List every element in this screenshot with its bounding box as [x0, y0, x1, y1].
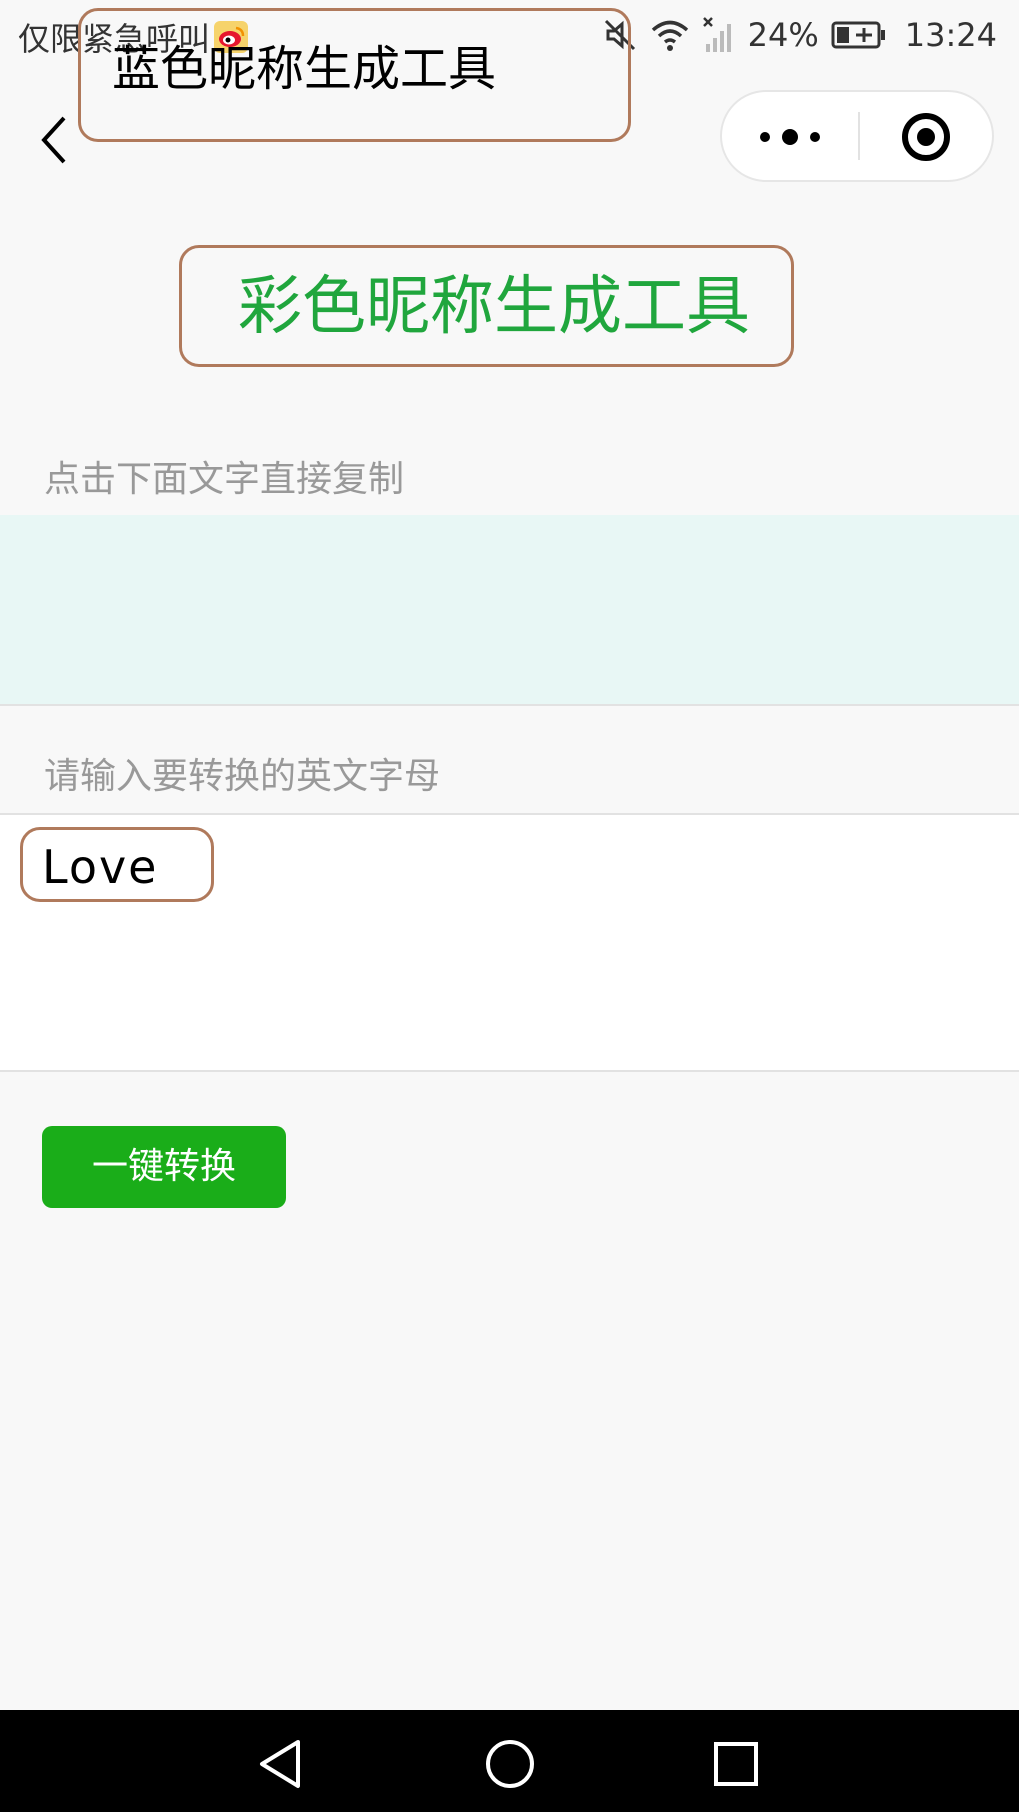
signal-icon	[702, 17, 731, 52]
target-circle-icon[interactable]	[860, 92, 994, 180]
recents-square-icon[interactable]	[706, 1734, 766, 1794]
more-dots-icon[interactable]	[722, 92, 858, 180]
status-right: 24% 13:24	[602, 12, 997, 58]
home-circle-icon[interactable]	[480, 1734, 540, 1794]
tool-heading: 彩色昵称生成工具	[238, 270, 750, 344]
system-nav-bar	[0, 1710, 1019, 1812]
battery-charging-icon	[831, 21, 885, 49]
copy-hint-label: 点击下面文字直接复制	[44, 459, 405, 500]
result-copy-area[interactable]	[0, 515, 1019, 706]
capsule-menu	[720, 90, 994, 182]
input-label: 请输入要转换的英文字母	[44, 756, 441, 797]
chevron-left-icon[interactable]	[36, 110, 72, 170]
page-title: 蓝色昵称生成工具	[112, 41, 497, 97]
clock: 13:24	[904, 16, 997, 54]
back-triangle-icon[interactable]	[252, 1734, 312, 1794]
wifi-icon	[651, 20, 688, 51]
convert-button[interactable]: 一键转换	[42, 1126, 286, 1208]
battery-percent: 24%	[747, 16, 819, 54]
input-value[interactable]: Love	[42, 840, 159, 894]
